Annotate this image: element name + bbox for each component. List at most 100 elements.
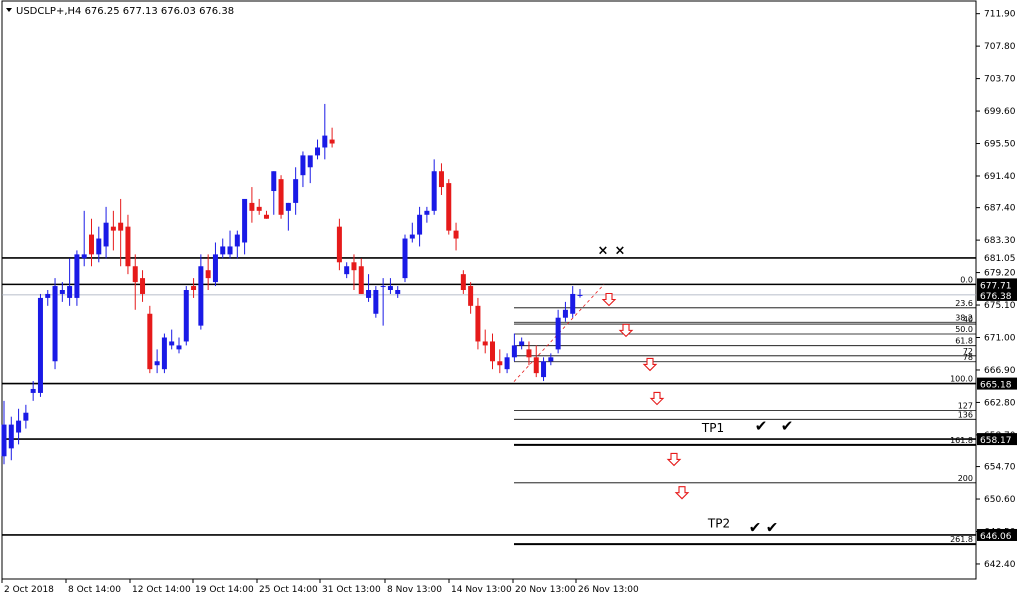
- candle-body: [227, 246, 233, 255]
- candle-body: [431, 171, 437, 211]
- x-tick-label: 12 Oct 14:00: [132, 585, 191, 595]
- candle-body: [475, 305, 481, 342]
- candle-body: [307, 155, 313, 168]
- check-icon: ✔: [781, 417, 794, 435]
- candle-body: [387, 286, 393, 290]
- y-tick-label: 703.70: [984, 75, 1016, 85]
- candle-body: [482, 341, 488, 346]
- candle-body: [45, 293, 51, 298]
- candle-body: [59, 290, 65, 294]
- tp-label: TP1: [701, 421, 724, 435]
- price-axis[interactable]: 711.90 707.80 703.70 699.60 695.50 691.40 687.…: [976, 10, 1017, 570]
- fib-level-label: 161.8: [950, 436, 973, 445]
- candle-body: [30, 388, 36, 393]
- candle-body: [519, 341, 525, 346]
- candle-body: [140, 278, 146, 294]
- candle-body: [380, 286, 386, 288]
- candle-body: [176, 345, 182, 350]
- candle-body: [110, 226, 116, 231]
- candle-body: [169, 341, 175, 346]
- fib-level-label: 78: [963, 353, 973, 362]
- y-tick-label: 707.80: [984, 42, 1016, 52]
- x-tick-label: 14 Nov 13:00: [451, 585, 512, 595]
- candle-body: [424, 210, 430, 215]
- candle-body: [154, 361, 160, 366]
- x-tick-label: 26 Nov 13:00: [578, 585, 639, 595]
- candle-body: [446, 183, 452, 231]
- y-tick-label: 642.40: [984, 560, 1016, 570]
- x-tick-label: 19 Oct 14:00: [195, 585, 254, 595]
- price-label: 658.17: [980, 436, 1012, 446]
- candle-body: [161, 337, 167, 370]
- fib-level-label: 136: [958, 410, 973, 419]
- fib-level-label: 23.6: [955, 299, 973, 308]
- candle-body: [285, 202, 291, 211]
- y-tick-label: 666.90: [984, 366, 1016, 376]
- candle-body: [344, 266, 350, 275]
- price-label: 665.18: [980, 381, 1012, 391]
- candle-body: [88, 234, 94, 255]
- candle-body: [23, 412, 29, 421]
- y-tick-label: 675.10: [984, 301, 1016, 311]
- candle-body: [74, 254, 80, 298]
- candle-body: [511, 345, 517, 358]
- candle-body: [497, 361, 503, 366]
- cross-icon: ×: [615, 243, 626, 258]
- y-tick-label: 687.40: [984, 204, 1016, 214]
- chart-window[interactable]: 0.0 23.6 38.2 40 50.0 61.8 72 78 100.0 127 136 161.…: [0, 0, 1020, 599]
- y-tick-label: 691.40: [984, 172, 1016, 182]
- candle-body: [468, 286, 474, 306]
- candle-body: [220, 246, 226, 255]
- tp-label: TP2: [707, 517, 730, 531]
- check-icon: ✔: [749, 519, 762, 537]
- fib-level-label: 200: [958, 474, 973, 483]
- candle-body: [570, 293, 576, 314]
- y-tick-label: 671.00: [984, 334, 1016, 344]
- candle-body: [358, 266, 364, 294]
- candle-body: [198, 266, 204, 326]
- candle-body: [256, 206, 262, 211]
- candle-body: [234, 234, 240, 247]
- candle-body: [526, 349, 532, 358]
- cross-icon: ×: [598, 243, 609, 258]
- candle-body: [191, 286, 197, 290]
- candle-body: [300, 155, 306, 176]
- check-icon: ✔: [766, 519, 779, 537]
- candle-body: [132, 266, 138, 283]
- time-axis[interactable]: 2 Oct 2018 8 Oct 14:00 12 Oct 14:00 19 Oct …: [1, 579, 639, 595]
- price-chart[interactable]: 0.023.638.24050.061.87278100.0127136161.…: [0, 0, 1020, 599]
- y-tick-label: 683.30: [984, 236, 1016, 246]
- x-tick-label: 20 Nov 13:00: [515, 585, 576, 595]
- candle-body: [541, 361, 547, 378]
- x-tick-label: 8 Nov 13:00: [387, 585, 442, 595]
- candle-body: [315, 147, 321, 156]
- price-label: 681.05: [984, 254, 1016, 264]
- fib-level-label: 40: [963, 315, 973, 324]
- candle-body: [96, 238, 102, 255]
- candle-body: [438, 171, 444, 188]
- candle-body: [103, 222, 109, 247]
- candle-body: [81, 254, 87, 259]
- y-tick-label: 662.80: [984, 398, 1016, 408]
- fib-level-label: 100.0: [950, 375, 973, 384]
- chart-frame: [1, 0, 977, 580]
- candle-body: [8, 424, 14, 449]
- x-tick-label: 25 Oct 14:00: [259, 585, 318, 595]
- candle-body: [1, 424, 7, 457]
- fib-level-label: 127: [958, 401, 973, 410]
- candle-body: [533, 357, 539, 374]
- candle-body: [212, 254, 218, 283]
- y-tick-label: 650.60: [984, 495, 1016, 505]
- candle-body: [577, 294, 583, 296]
- fib-level-label: 261.8: [950, 535, 973, 544]
- candle-body: [147, 313, 153, 370]
- check-icon: ✔: [755, 417, 768, 435]
- candle-body: [453, 230, 459, 239]
- y-tick-label: 699.60: [984, 107, 1016, 117]
- fib-level-label: 61.8: [955, 337, 973, 346]
- candle-body: [460, 274, 466, 290]
- candle-body: [322, 135, 328, 148]
- x-tick-label: 2 Oct 2018: [4, 585, 54, 595]
- x-tick-label: 8 Oct 14:00: [68, 585, 121, 595]
- candle-body: [329, 139, 335, 144]
